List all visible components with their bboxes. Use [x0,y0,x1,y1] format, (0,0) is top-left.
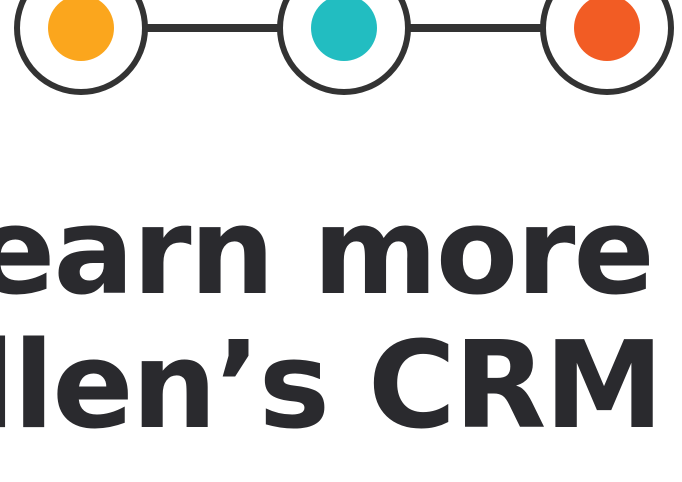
step-3-node [540,0,674,95]
step-2-node [277,0,411,95]
step-1-node [14,0,148,95]
headline-line-2: llen’s CRM Ex [0,317,682,456]
headline-line-1: earn more ab [0,183,682,322]
page: earn more ab llen’s CRM Ex [0,0,682,482]
progress-steps-graphic [14,0,674,95]
headline: earn more ab llen’s CRM Ex [0,186,682,454]
